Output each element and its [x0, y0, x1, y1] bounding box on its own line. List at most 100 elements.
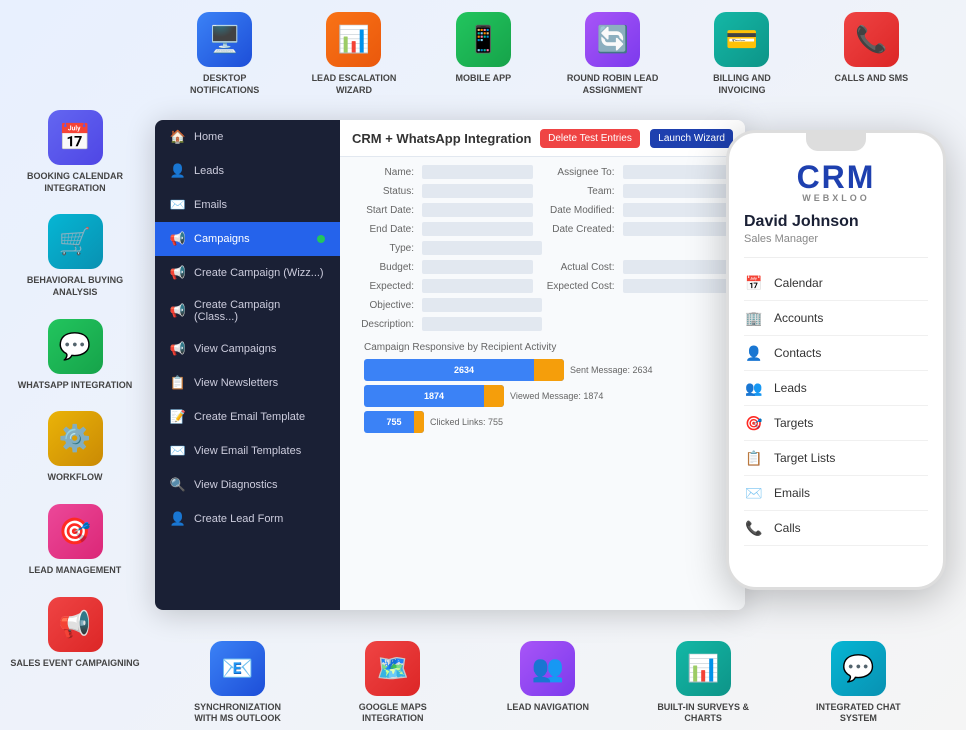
form-right-value-6[interactable]	[623, 279, 734, 293]
launch-btn[interactable]: Launch Wizard	[650, 129, 733, 148]
create-email-template-icon: 📝	[170, 409, 186, 425]
google-maps-icon: 🗺️	[365, 641, 420, 696]
form-row-8: Description:	[352, 317, 733, 331]
sidebar-item-create-campaign-class[interactable]: 📢 Create Campaign (Class...)	[155, 290, 340, 332]
sidebar-item-campaigns[interactable]: 📢 Campaigns	[155, 222, 340, 256]
calendar-menu-icon: 📅	[744, 273, 764, 293]
form-value-5[interactable]	[422, 260, 533, 274]
left-icon-workflow[interactable]: ⚙️ WORKFLOW	[10, 411, 140, 484]
surveys-icon: 📊	[676, 641, 731, 696]
top-icon-desktop-notifications[interactable]: 🖥️ DESKTOP NOTIFICATIONS	[175, 12, 275, 96]
booking-calendar-box: 📅	[48, 110, 103, 165]
lead-escalation-box: 📊	[326, 12, 381, 67]
sidebar-item-leads[interactable]: 👤 Leads	[155, 154, 340, 188]
desktop-notifications-box: 🖥️	[197, 12, 252, 67]
calendar-menu-label: Calendar	[774, 276, 823, 290]
chart-area: Campaign Responsive by Recipient Activit…	[352, 336, 733, 443]
phone-divider	[744, 257, 928, 258]
sidebar-item-view-email-templates[interactable]: ✉️ View Email Templates	[155, 434, 340, 468]
sidebar-item-create-campaign-wiz[interactable]: 📢 Create Campaign (Wizz...)	[155, 256, 340, 290]
form-right-label-0: Assignee To:	[543, 167, 623, 178]
form-value-1[interactable]	[422, 184, 533, 198]
emails-menu-icon: ✉️	[744, 483, 764, 503]
crm-title: CRM + WhatsApp Integration	[352, 131, 531, 146]
billing-icon: 💳	[714, 12, 769, 67]
form-right-value-0[interactable]	[623, 165, 734, 179]
create-lead-form-icon: 👤	[170, 511, 186, 527]
chart-bar-1: 1874 Viewed Message: 1874	[364, 385, 721, 407]
top-icon-lead-escalation[interactable]: 📊 LEAD ESCALATION WIZARD	[304, 12, 404, 96]
form-value-7[interactable]	[422, 298, 542, 312]
form-value-4[interactable]	[422, 241, 542, 255]
bottom-icon-surveys[interactable]: 📊 BUILT-IN SURVEYS & CHARTS	[653, 641, 753, 725]
form-right-label-5: Actual Cost:	[543, 262, 623, 273]
booking-calendar-icon: 📅	[48, 110, 103, 165]
crm-main: CRM + WhatsApp Integration Delete Test E…	[340, 120, 745, 610]
sidebar-item-view-diagnostics[interactable]: 🔍 View Diagnostics	[155, 468, 340, 502]
create-email-template-label: Create Email Template	[194, 411, 305, 423]
leads-menu-label: Leads	[774, 381, 807, 395]
view-diagnostics-label: View Diagnostics	[194, 479, 278, 491]
delete-btn[interactable]: Delete Test Entries	[540, 129, 640, 148]
form-right-label-3: Date Created:	[543, 224, 623, 235]
view-diagnostics-icon: 🔍	[170, 477, 186, 493]
bottom-icon-ms-outlook[interactable]: 📧 SYNCHRONIZATION WITH MS OUTLOOK	[188, 641, 288, 725]
view-email-templates-label: View Email Templates	[194, 445, 301, 457]
home-label: Home	[194, 131, 223, 143]
phone-menu-item-leads[interactable]: 👥 Leads	[744, 371, 928, 406]
phone-menu-item-target-lists[interactable]: 📋 Target Lists	[744, 441, 928, 476]
crm-logo: CRM WEBXLOO	[744, 161, 928, 203]
phone-menu-item-accounts[interactable]: 🏢 Accounts	[744, 301, 928, 336]
billing-box: 💳	[714, 12, 769, 67]
left-icon-booking-calendar[interactable]: 📅 BOOKING CALENDAR INTEGRATION	[10, 110, 140, 194]
form-right-value-5[interactable]	[623, 260, 734, 274]
active-dot	[317, 235, 325, 243]
form-value-6[interactable]	[422, 279, 533, 293]
phone-menu-item-calls[interactable]: 📞 Calls	[744, 511, 928, 546]
sidebar-item-create-lead-form[interactable]: 👤 Create Lead Form	[155, 502, 340, 536]
sidebar-item-view-newsletters[interactable]: 📋 View Newsletters	[155, 366, 340, 400]
bottom-icon-chat-system[interactable]: 💬 INTEGRATED CHAT SYSTEM	[808, 641, 908, 725]
phone-menu-item-targets[interactable]: 🎯 Targets	[744, 406, 928, 441]
crm-topbar: CRM + WhatsApp Integration Delete Test E…	[340, 120, 745, 157]
leads-label: Leads	[194, 165, 224, 177]
phone-menu-item-emails[interactable]: ✉️ Emails	[744, 476, 928, 511]
desktop-notifications-icon: 🖥️	[197, 12, 252, 67]
top-icon-round-robin[interactable]: 🔄 ROUND ROBIN LEAD ASSIGNMENT	[563, 12, 663, 96]
form-label-1: Status:	[352, 186, 422, 197]
left-icon-lead-management[interactable]: 🎯 LEAD MANAGEMENT	[10, 504, 140, 577]
sidebar-item-view-campaigns[interactable]: 📢 View Campaigns	[155, 332, 340, 366]
accounts-menu-icon: 🏢	[744, 308, 764, 328]
phone-menu-item-calendar[interactable]: 📅 Calendar	[744, 266, 928, 301]
target-lists-menu-icon: 📋	[744, 448, 764, 468]
top-icon-calls-sms[interactable]: 📞 CALLS AND SMS	[821, 12, 921, 85]
crm-logo-text: CRM	[744, 161, 928, 193]
chart-bar-outer-1: 1874	[364, 385, 504, 407]
form-value-2[interactable]	[422, 203, 533, 217]
main-wrapper: 🖥️ DESKTOP NOTIFICATIONS 📊 LEAD ESCALATI…	[0, 0, 966, 730]
form-right-value-3[interactable]	[623, 222, 734, 236]
sidebar-item-create-email-template[interactable]: 📝 Create Email Template	[155, 400, 340, 434]
bottom-icon-google-maps[interactable]: 🗺️ GOOGLE MAPS INTEGRATION	[343, 641, 443, 725]
form-row-3: End Date: Date Created:	[352, 222, 733, 236]
mobile-app-box: 📱	[456, 12, 511, 67]
phone-menu-item-contacts[interactable]: 👤 Contacts	[744, 336, 928, 371]
surveys-label: BUILT-IN SURVEYS & CHARTS	[653, 702, 753, 725]
form-right-value-1[interactable]	[623, 184, 734, 198]
bottom-icon-lead-navigation[interactable]: 👥 LEAD NAVIGATION	[498, 641, 598, 714]
accounts-menu-label: Accounts	[774, 311, 823, 325]
sidebar-item-emails[interactable]: ✉️ Emails	[155, 188, 340, 222]
left-icon-behavioral[interactable]: 🛒 BEHAVIORAL BUYING ANALYSIS	[10, 214, 140, 298]
top-icon-billing[interactable]: 💳 BILLING AND INVOICING	[692, 12, 792, 96]
form-right-value-2[interactable]	[623, 203, 734, 217]
view-email-templates-icon: ✉️	[170, 443, 186, 459]
ms-outlook-icon: 📧	[210, 641, 265, 696]
form-value-3[interactable]	[422, 222, 533, 236]
top-icon-mobile-app[interactable]: 📱 MOBILE APP	[433, 12, 533, 85]
form-value-0[interactable]	[422, 165, 533, 179]
chart-bar-outer-0: 2634	[364, 359, 564, 381]
leads-menu-icon: 👥	[744, 378, 764, 398]
left-icon-whatsapp[interactable]: 💬 WHATSAPP INTEGRATION	[10, 319, 140, 392]
sidebar-item-home[interactable]: 🏠 Home	[155, 120, 340, 154]
form-value-8[interactable]	[422, 317, 542, 331]
